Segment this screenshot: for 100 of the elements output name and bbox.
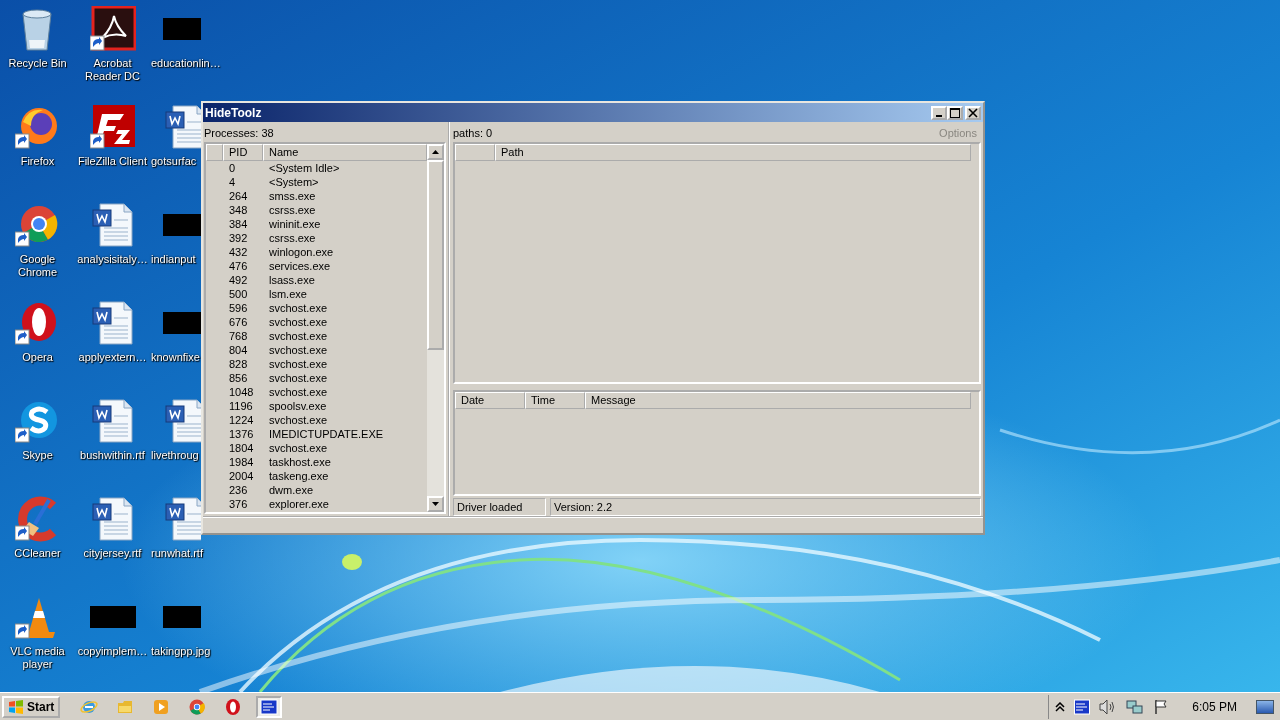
up-arrow-icon bbox=[432, 150, 439, 154]
scroll-down-button[interactable] bbox=[427, 496, 444, 512]
table-cell-text: 392 bbox=[229, 231, 249, 245]
table-cell-text: 856 bbox=[229, 371, 249, 385]
document-icon[interactable] bbox=[89, 496, 136, 542]
status-panel: Driver loaded bbox=[453, 498, 546, 516]
icon-label[interactable]: knownfixe bbox=[151, 351, 200, 364]
maximize-button[interactable] bbox=[947, 105, 963, 120]
table-cell-text: 384 bbox=[229, 217, 249, 231]
table-cell-text: 1376 bbox=[229, 427, 255, 441]
table-cell-text: 492 bbox=[229, 273, 249, 287]
column-header[interactable]: Time bbox=[525, 392, 585, 409]
app-window-icon[interactable] bbox=[1074, 698, 1091, 715]
start-button[interactable]: Start bbox=[2, 695, 61, 718]
opera-icon bbox=[224, 697, 243, 716]
close-icon bbox=[967, 106, 979, 119]
app-window-icon bbox=[260, 697, 279, 716]
icon-label[interactable]: runwhat.rtf bbox=[151, 547, 203, 560]
column-header[interactable]: Date bbox=[455, 392, 525, 409]
path-count: paths: 0 bbox=[453, 126, 493, 141]
document-icon[interactable] bbox=[89, 202, 136, 248]
icon-label[interactable]: Firefox bbox=[20, 155, 55, 168]
filezilla-shortcut-icon[interactable] bbox=[89, 104, 136, 150]
window-title: HideToolz bbox=[205, 105, 262, 120]
table-cell-text: 596 bbox=[229, 301, 249, 315]
table-cell-text: 376 bbox=[229, 497, 249, 511]
icon-label[interactable]: VLC media player bbox=[1, 645, 74, 671]
column-header[interactable]: Path bbox=[495, 144, 971, 161]
table-cell: smss.exe bbox=[269, 189, 316, 203]
table-cell: svchost.exe bbox=[269, 441, 328, 455]
table-cell: wininit.exe bbox=[269, 217, 321, 231]
table-cell: csrss.exe bbox=[269, 203, 316, 217]
table-cell: taskeng.exe bbox=[269, 469, 329, 483]
column-header[interactable]: PID bbox=[223, 144, 263, 161]
table-cell-text: 1224 bbox=[229, 413, 255, 427]
minimize-button[interactable] bbox=[931, 105, 947, 120]
icon-label[interactable]: livethroug bbox=[151, 449, 199, 462]
table-cell: csrss.exe bbox=[269, 231, 316, 245]
table-cell: svchost.exe bbox=[269, 413, 328, 427]
minimize-icon bbox=[936, 114, 942, 117]
windows-logo-icon bbox=[8, 698, 24, 715]
column-header[interactable]: Message bbox=[585, 392, 971, 409]
icon-label[interactable]: Google Chrome bbox=[1, 253, 74, 279]
taskbar-button[interactable] bbox=[256, 695, 283, 718]
scroll-up-button[interactable] bbox=[427, 144, 444, 160]
table-cell-text: 432 bbox=[229, 245, 249, 259]
icon-label[interactable]: Recycle Bin bbox=[8, 57, 67, 70]
table-cell: <System Idle> bbox=[269, 161, 340, 175]
table-cell: lsm.exe bbox=[269, 287, 307, 301]
table-cell: services.exe bbox=[269, 259, 331, 273]
table-cell: svchost.exe bbox=[269, 357, 328, 371]
icon-label[interactable]: Acrobat Reader DC bbox=[76, 57, 149, 83]
table-cell: svchost.exe bbox=[269, 301, 328, 315]
icon-label[interactable]: takingpp.jpg bbox=[151, 645, 211, 658]
scrollbar[interactable] bbox=[427, 144, 444, 512]
icon-label[interactable]: analysisitaly… bbox=[77, 253, 148, 266]
document-icon[interactable] bbox=[163, 496, 201, 542]
document-icon[interactable] bbox=[163, 104, 201, 150]
document-icon[interactable] bbox=[89, 300, 136, 346]
table-cell-text: 2004 bbox=[229, 469, 255, 483]
icon-label[interactable]: gotsurfac bbox=[151, 155, 197, 168]
table-cell-text: 476 bbox=[229, 259, 249, 273]
icon-label[interactable]: copyimplem… bbox=[77, 645, 148, 658]
icon-label[interactable]: Opera bbox=[22, 351, 53, 364]
icon-label[interactable]: cityjersey.rtf bbox=[83, 547, 142, 560]
table-cell: svchost.exe bbox=[269, 329, 328, 343]
chevron-up-icon[interactable] bbox=[1055, 701, 1066, 712]
table-cell: spoolsv.exe bbox=[269, 399, 327, 413]
icon-label[interactable]: educationlin… bbox=[151, 57, 221, 70]
flag-icon[interactable] bbox=[1153, 698, 1170, 715]
table-cell-text: 4 bbox=[229, 175, 237, 189]
clock[interactable]: 6:05 PM bbox=[1192, 699, 1237, 714]
table-cell: <System> bbox=[269, 175, 319, 189]
table-cell: svchost.exe bbox=[269, 371, 328, 385]
scroll-thumb[interactable] bbox=[427, 160, 444, 350]
table-cell: explorer.exe bbox=[269, 497, 329, 511]
table-cell-text: 768 bbox=[229, 329, 249, 343]
icon-label[interactable]: CCleaner bbox=[14, 547, 61, 560]
icon-label[interactable]: indianput bbox=[151, 253, 196, 266]
icon-label[interactable]: Skype bbox=[22, 449, 53, 462]
icon-label[interactable]: FileZilla Client bbox=[77, 155, 148, 168]
show-desktop-button[interactable] bbox=[1256, 699, 1274, 714]
document-icon[interactable] bbox=[163, 398, 201, 444]
close-button[interactable] bbox=[965, 105, 981, 120]
acrobat-shortcut-icon[interactable] bbox=[89, 6, 136, 52]
table-cell: svchost.exe bbox=[269, 315, 328, 329]
status-panel: Version: 2.2 bbox=[550, 498, 981, 516]
table-cell: dwm.exe bbox=[269, 483, 314, 497]
icon-label[interactable]: bushwithin.rtf bbox=[80, 449, 145, 462]
table-cell-text: 264 bbox=[229, 189, 249, 203]
table-cell-text: 500 bbox=[229, 287, 249, 301]
column-header[interactable]: Name bbox=[263, 144, 427, 161]
table-cell: svchost.exe bbox=[269, 385, 328, 399]
network-icon[interactable] bbox=[1126, 698, 1145, 715]
document-icon[interactable] bbox=[89, 398, 136, 444]
chrome-icon bbox=[188, 697, 207, 716]
table-cell: svchost.exe bbox=[269, 343, 328, 357]
table-cell: winlogon.exe bbox=[269, 245, 334, 259]
icon-label[interactable]: applyextern… bbox=[78, 351, 147, 364]
media-player-icon bbox=[152, 697, 171, 716]
